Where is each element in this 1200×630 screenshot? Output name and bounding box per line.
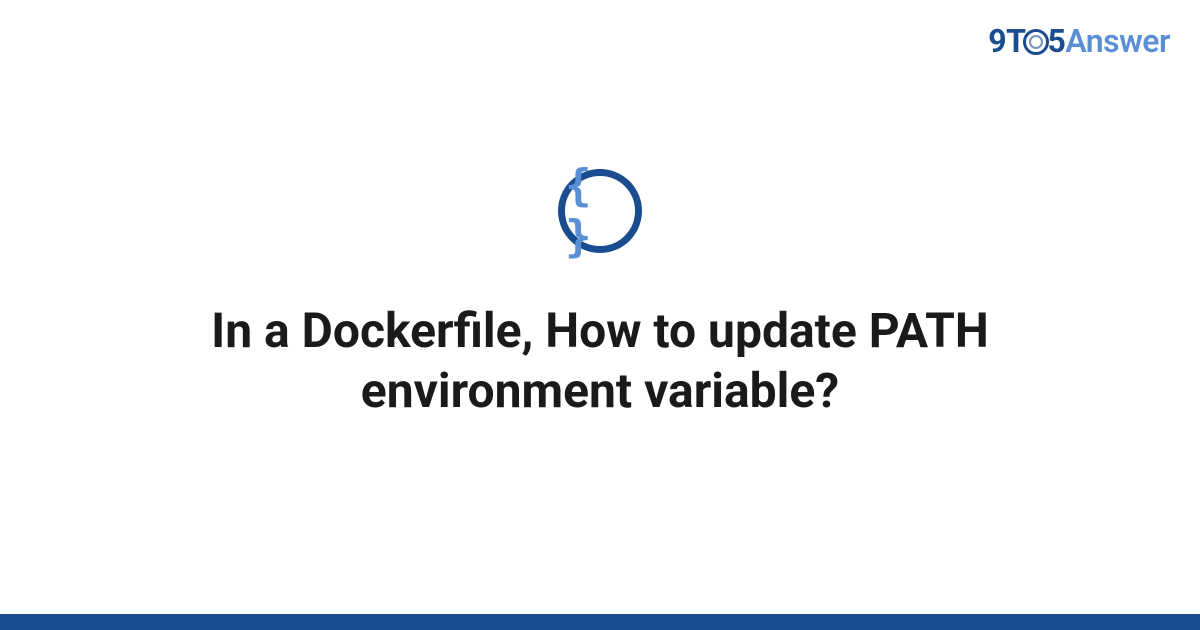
- question-title: In a Dockerfile, How to update PATH envi…: [150, 301, 1050, 421]
- code-braces-icon: { }: [558, 169, 642, 253]
- main-content: { } In a Dockerfile, How to update PATH …: [0, 0, 1200, 630]
- braces-glyph: { }: [565, 160, 635, 262]
- footer-bar: [0, 614, 1200, 630]
